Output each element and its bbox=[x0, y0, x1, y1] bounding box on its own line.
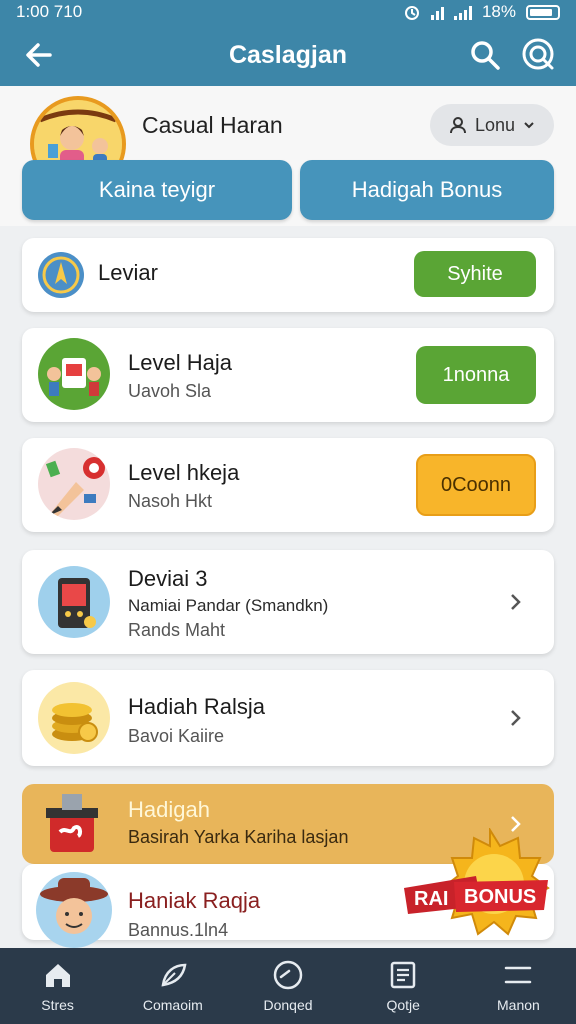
status-time: 1:00 710 bbox=[16, 2, 83, 21]
user-icon bbox=[449, 117, 466, 134]
item-subtitle: Namiai Pandar (Smandkn) bbox=[128, 596, 329, 615]
nav-item-donqed[interactable]: Donqed bbox=[230, 948, 345, 1024]
nav-item-home[interactable]: Stres bbox=[0, 948, 115, 1024]
bonus-badge-left-text: RAI bbox=[414, 888, 449, 910]
nav-label: Manon bbox=[497, 997, 540, 1013]
item-title: Level hkeja bbox=[128, 460, 240, 485]
tab-kaina-teyigr[interactable]: Kaina teyigr bbox=[22, 160, 292, 220]
tab-hadigah-bonus[interactable]: Hadigah Bonus bbox=[300, 160, 554, 220]
item-title: Leviar bbox=[98, 260, 158, 285]
wifi-signal-icon bbox=[430, 5, 444, 20]
bottom-navigation: Stres Comaoim Donqed Qotje Manon bbox=[0, 948, 576, 1024]
game-characters-icon bbox=[38, 338, 110, 410]
document-list-icon bbox=[390, 961, 416, 989]
status-bar: 1:00 710 18% bbox=[0, 0, 576, 24]
item-subtitle: Nasoh Hkt bbox=[128, 491, 213, 511]
cell-signal-icon bbox=[453, 5, 472, 20]
discover-search-icon[interactable] bbox=[520, 36, 558, 74]
list-item-leviar[interactable]: Leviar Syhite bbox=[22, 238, 554, 312]
nav-label: Qotje bbox=[386, 997, 420, 1013]
login-button[interactable]: Lonu bbox=[430, 104, 554, 146]
compass-icon bbox=[38, 252, 84, 298]
item-subtitle: Bavoi Kaiire bbox=[128, 726, 225, 746]
arcade-machine-icon bbox=[38, 566, 110, 638]
back-arrow-icon[interactable] bbox=[20, 36, 58, 74]
nav-label: Comaoim bbox=[142, 997, 203, 1013]
list-item-level-haja[interactable]: Level Haja Uavoh Sla 1nonna bbox=[22, 328, 554, 422]
battery-percent: 18% bbox=[481, 2, 516, 21]
item-subtitle-secondary: Rands Maht bbox=[128, 620, 226, 640]
nav-item-menu[interactable]: Manon bbox=[461, 948, 576, 1024]
action-button[interactable]: 0Coonn bbox=[416, 454, 536, 516]
item-title: Haniak Raqja bbox=[128, 888, 261, 913]
cowboy-avatar-icon bbox=[36, 872, 112, 948]
nav-item-qotje[interactable]: Qotje bbox=[346, 948, 461, 1024]
chevron-down-icon bbox=[524, 122, 534, 129]
coin-stack-icon bbox=[38, 682, 110, 754]
status-icons: 18% bbox=[403, 2, 560, 22]
leaf-icon bbox=[161, 963, 187, 987]
profile-section: Casual Haran Lonu Kaina teyigr Hadigah B… bbox=[0, 86, 576, 226]
bonus-starburst-icon bbox=[404, 826, 550, 936]
profile-name: Casual Haran bbox=[142, 112, 283, 138]
bonus-badge[interactable]: RAI BONUS bbox=[402, 826, 552, 940]
gift-box-icon bbox=[46, 794, 98, 852]
login-label: Lonu bbox=[474, 114, 516, 135]
chevron-right-icon[interactable] bbox=[508, 706, 524, 730]
battery-icon bbox=[526, 4, 560, 20]
item-subtitle: Uavoh Sla bbox=[128, 381, 212, 401]
app-bar: Caslagjan bbox=[0, 24, 576, 86]
action-button[interactable]: 1nonna bbox=[416, 346, 536, 404]
nav-label: Stres bbox=[41, 997, 74, 1013]
home-icon bbox=[45, 964, 70, 987]
item-subtitle: Bannus.1ln4 bbox=[128, 920, 229, 940]
action-button[interactable]: Syhite bbox=[414, 251, 536, 297]
item-title: Hadiah Ralsja bbox=[128, 694, 265, 719]
promo-title: Hadigah bbox=[128, 797, 210, 822]
list-item-deviai-3[interactable]: Deviai 3 Namiai Pandar (Smandkn) Rands M… bbox=[22, 550, 554, 654]
bonus-badge-right-text: BONUS bbox=[464, 886, 537, 908]
chevron-right-icon[interactable] bbox=[508, 590, 524, 614]
alarm-icon bbox=[404, 6, 419, 20]
list-item-hadiah-ralsja[interactable]: Hadiah Ralsja Bavoi Kaiire bbox=[22, 670, 554, 766]
paint-brush-icon bbox=[38, 448, 110, 520]
list-item-level-hkeja[interactable]: Level hkeja Nasoh Hkt 0Coonn bbox=[22, 438, 554, 532]
item-title: Level Haja bbox=[128, 350, 232, 375]
search-icon[interactable] bbox=[468, 38, 502, 72]
nav-item-comaoim[interactable]: Comaoim bbox=[115, 948, 230, 1024]
menu-icon bbox=[505, 966, 532, 984]
gauge-icon bbox=[273, 960, 303, 990]
nav-label: Donqed bbox=[263, 997, 313, 1013]
item-title: Deviai 3 bbox=[128, 566, 208, 591]
promo-subtitle: Basirah Yarka Kariha lasjan bbox=[128, 827, 349, 847]
